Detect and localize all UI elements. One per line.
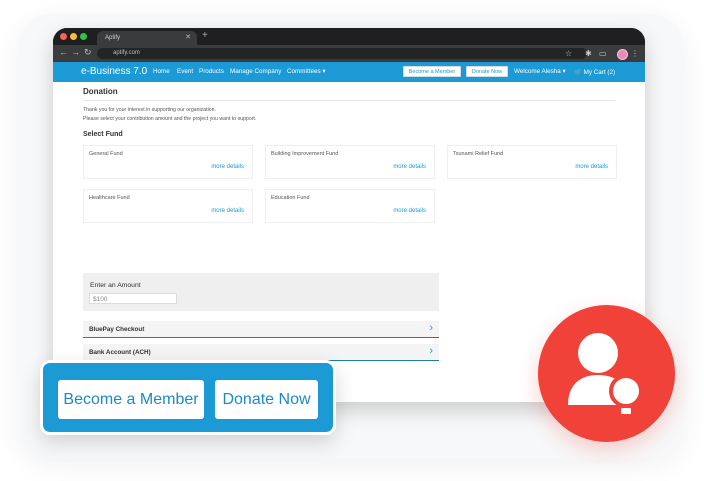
user-lightbulb-icon: [568, 333, 643, 416]
browser-menu-icon[interactable]: ⋮: [631, 48, 639, 59]
fund-name: General Fund: [89, 151, 123, 157]
become-member-button[interactable]: Become a Member: [403, 66, 461, 77]
close-window-icon[interactable]: [60, 33, 67, 40]
profile-avatar[interactable]: [617, 49, 628, 60]
extensions-icon[interactable]: ✱: [585, 48, 592, 59]
app-navbar: e-Business 7.0 Home Event Products Manag…: [53, 62, 645, 82]
welcome-label: Welcome Alesha: [514, 68, 561, 75]
fund-name: Education Fund: [271, 195, 310, 201]
intro-line-2: Please select your contribution amount a…: [83, 116, 257, 122]
amount-label: Enter an Amount: [90, 282, 141, 289]
more-details-link[interactable]: more details: [393, 164, 426, 170]
cart-link[interactable]: 🛒 My Cart (2): [574, 68, 615, 76]
minimize-window-icon[interactable]: [70, 33, 77, 40]
donate-now-button[interactable]: Donate Now: [466, 66, 508, 77]
fund-name: Building Improvement Fund: [271, 151, 339, 157]
welcome-menu[interactable]: Welcome Alesha ▾: [514, 68, 566, 75]
new-tab-icon[interactable]: +: [202, 30, 208, 41]
fund-name: Tsunami Relief Fund: [453, 151, 504, 157]
address-bar[interactable]: aptify.com: [97, 48, 587, 59]
fund-card-general[interactable]: General Fund more details: [83, 145, 253, 179]
more-details-link[interactable]: more details: [211, 164, 244, 170]
cta-overlay-card: Become a Member Donate Now: [40, 360, 336, 435]
fund-card-education[interactable]: Education Fund more details: [265, 189, 435, 223]
tab-strip: Aptify ✕ +: [53, 28, 645, 45]
payment-label: Bank Account (ACH): [89, 349, 151, 356]
forward-icon[interactable]: →: [71, 47, 80, 57]
bookmark-star-icon[interactable]: ☆: [565, 48, 572, 59]
nav-event[interactable]: Event: [177, 68, 193, 75]
reload-icon[interactable]: ↻: [84, 47, 92, 58]
page-title: Donation: [83, 87, 118, 96]
nav-committees[interactable]: Committees ▾: [287, 68, 326, 75]
more-details-link[interactable]: more details: [393, 208, 426, 214]
cart-label: My Cart (2): [583, 69, 616, 76]
fund-name: Healthcare Fund: [89, 195, 130, 201]
nav-manage-company[interactable]: Manage Company: [230, 68, 281, 75]
user-idea-badge: [538, 305, 675, 442]
back-icon[interactable]: ←: [59, 47, 68, 57]
tab-title: Aptify: [105, 35, 121, 41]
nav-products[interactable]: Products: [199, 68, 224, 75]
payment-label: BluePay Checkout: [89, 326, 145, 333]
amount-panel: Enter an Amount $100: [83, 273, 439, 311]
browser-toolbar: ← → ↻ aptify.com ☆ ✱ ▭ ⋮: [53, 45, 645, 62]
fund-card-tsunami[interactable]: Tsunami Relief Fund more details: [447, 145, 617, 179]
amount-input[interactable]: $100: [89, 293, 177, 304]
title-divider: [83, 100, 615, 101]
close-tab-icon[interactable]: ✕: [185, 31, 191, 45]
overlay-donate-now-button[interactable]: Donate Now: [215, 380, 318, 419]
cart-icon: 🛒: [574, 69, 582, 76]
brand-logo[interactable]: e-Business 7.0: [81, 66, 147, 77]
select-fund-heading: Select Fund: [83, 131, 123, 138]
maximize-window-icon[interactable]: [80, 33, 87, 40]
overlay-become-member-button[interactable]: Become a Member: [58, 380, 204, 419]
fund-card-building[interactable]: Building Improvement Fund more details: [265, 145, 435, 179]
caret-down-icon: ▾: [562, 68, 566, 75]
payment-ach[interactable]: Bank Account (ACH) ›: [83, 344, 439, 361]
payment-bluepay[interactable]: BluePay Checkout ›: [83, 321, 439, 338]
nav-committees-label: Committees: [287, 68, 321, 75]
browser-tab[interactable]: Aptify ✕: [97, 31, 197, 45]
nav-home[interactable]: Home: [153, 68, 170, 75]
caret-down-icon: ▾: [322, 68, 326, 75]
side-panel-icon[interactable]: ▭: [599, 48, 607, 59]
chevron-right-icon: ›: [429, 322, 433, 334]
chevron-right-icon: ›: [429, 345, 433, 357]
more-details-link[interactable]: more details: [575, 164, 608, 170]
fund-card-healthcare[interactable]: Healthcare Fund more details: [83, 189, 253, 223]
url-text: aptify.com: [113, 50, 140, 56]
intro-line-1: Thank you for your interest in supportin…: [83, 107, 216, 113]
more-details-link[interactable]: more details: [211, 208, 244, 214]
